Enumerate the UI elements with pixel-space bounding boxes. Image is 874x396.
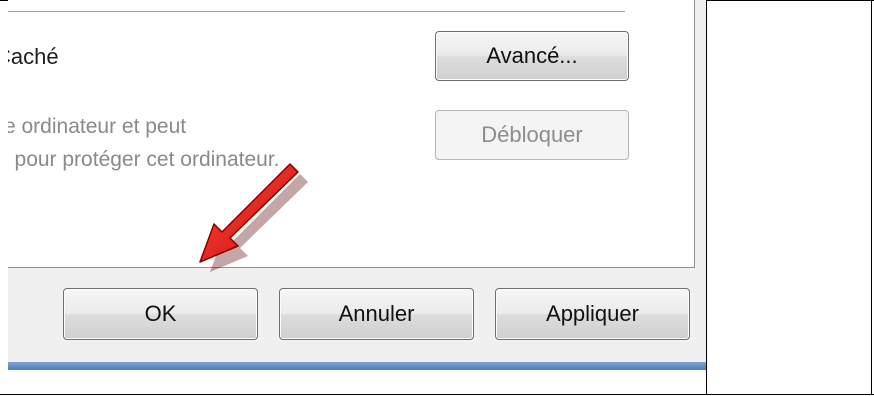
apply-button[interactable]: Appliquer [495,288,690,340]
window-bottom-accent-bar [8,362,706,370]
frame-right-border [871,0,872,395]
advanced-button[interactable]: Avancé... [435,31,629,81]
content-panel: Caché Avancé... re ordinateur et peut é … [8,0,695,268]
description-line-1: re ordinateur et peut [8,115,187,138]
frame-bottom-border [0,394,874,395]
separator-line [8,11,625,12]
frame-divider [706,0,707,395]
unblock-button[interactable]: Débloquer [435,110,629,160]
cancel-button[interactable]: Annuler [279,288,474,340]
ok-button[interactable]: OK [63,288,258,340]
cache-label: Caché [8,44,59,69]
red-arrow-icon [199,163,308,272]
windows-dialog: Caché Avancé... re ordinateur et peut é … [8,0,706,370]
